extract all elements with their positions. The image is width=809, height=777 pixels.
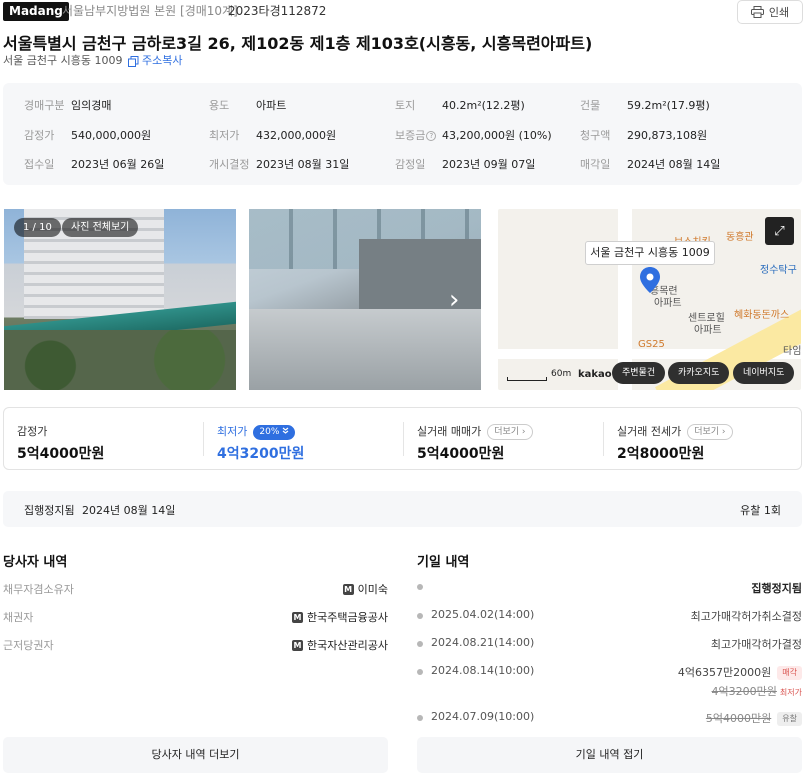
fail-count: 유찰 1회 <box>740 504 781 517</box>
price-jeonse-actual: 실거래 전세가 더보기 › 2억8000만원 <box>604 408 803 469</box>
info-building: 건물 59.2m²(17.9평) <box>580 99 710 112</box>
timeline-dot <box>417 715 423 721</box>
info-deposit: 보증금? 43,200,000원 (10%) <box>395 129 552 142</box>
map-label: 동흥관 <box>726 232 754 243</box>
map-scale: 60m <box>551 369 572 379</box>
info-claim: 청구액 290,873,108원 <box>580 129 708 142</box>
trees <box>4 330 236 390</box>
history-title: 기일 내역 <box>417 555 470 570</box>
party-row: 근저당권자 M 한국자산관리공사 <box>3 639 388 652</box>
parties-title: 당사자 내역 <box>3 555 68 570</box>
sale-more-button[interactable]: 더보기 › <box>487 424 533 440</box>
info-received-date: 접수일 2023년 06월 26일 <box>24 158 165 171</box>
info-land: 토지 40.2m²(12.2평) <box>395 99 525 112</box>
auction-info-panel: 경매구분 임의경매 용도 아파트 토지 40.2m²(12.2평) 건물 59.2m²(… <box>3 83 802 185</box>
case-number: 2023타경112872 <box>228 4 327 18</box>
naver-map-button[interactable]: 네이버지도 <box>733 362 795 384</box>
view-all-photos-button[interactable]: 사진 전체보기 <box>62 218 139 237</box>
photo-counter: 1 / 10 <box>14 218 61 237</box>
court-name: 서울남부지방법원 본원 [경매10계] <box>62 4 238 18</box>
member-icon: M <box>292 639 304 651</box>
map-label: 아파트 <box>654 298 682 309</box>
expand-map-icon[interactable]: ⤢ <box>765 217 794 245</box>
parties-more-button[interactable]: 당사자 내역 더보기 <box>3 737 388 773</box>
next-photo-icon[interactable]: › <box>449 287 459 313</box>
map-label: 아파트 <box>694 325 722 336</box>
info-minimum-price: 최저가 432,000,000원 <box>209 129 337 142</box>
timeline-dot <box>417 641 423 647</box>
member-icon: M <box>292 611 304 623</box>
copy-address-label: 주소복사 <box>142 54 183 67</box>
party-row: 채무자겸소유자 M 이미숙 <box>3 583 388 596</box>
auction-status-bar: 집행정지됨 2024년 08월 14일 유찰 1회 <box>3 491 802 527</box>
info-usage: 용도 아파트 <box>209 99 287 112</box>
chevron-double-down-icon <box>282 427 289 434</box>
info-sale-date: 매각일 2024년 08월 14일 <box>580 158 721 171</box>
copy-icon <box>128 55 139 67</box>
timeline-dot <box>417 613 423 619</box>
history-fold-button[interactable]: 기일 내역 접기 <box>417 737 802 773</box>
failed-tag: 유찰 <box>777 712 802 726</box>
map-scale-bar <box>507 377 547 381</box>
printer-icon <box>750 6 764 18</box>
party-row: 채권자 M 한국주택금융공사 <box>3 611 388 624</box>
copy-address-button[interactable]: 주소복사 <box>128 54 182 68</box>
price-sale-actual: 실거래 매매가 더보기 › 5억4000만원 <box>404 408 603 469</box>
property-photo-1[interactable]: 1 / 10 사진 전체보기 <box>4 209 236 390</box>
status-date: 2024년 08월 14일 <box>82 504 176 517</box>
kakao-map-button[interactable]: 카카오지도 <box>668 362 730 384</box>
map-label: 정수탁구 <box>760 265 797 276</box>
info-appraisal-date: 감정일 2023년 09월 07일 <box>395 158 536 171</box>
map-label: 혜화동돈까스 <box>734 310 790 321</box>
brand-logo[interactable]: Madang <box>3 2 69 21</box>
price-appraisal: 감정가 5억4000만원 <box>17 425 105 462</box>
timeline-dot <box>417 669 423 675</box>
info-appraisal: 감정가 540,000,000원 <box>24 129 152 142</box>
info-auction-type: 경매구분 임의경매 <box>24 99 112 112</box>
nearby-items-button[interactable]: 주변물건 <box>612 362 666 384</box>
jeonse-more-button[interactable]: 더보기 › <box>687 424 733 440</box>
sold-tag: 매각 <box>777 666 802 680</box>
timeline-dot <box>417 584 423 590</box>
property-title: 서울특별시 금천구 금하로3길 26, 제102동 제1층 제103호(시흥동,… <box>3 34 593 53</box>
map-address-callout: 서울 금천구 시흥동 1009 <box>585 241 715 265</box>
railing <box>249 309 481 390</box>
sub-address: 서울 금천구 시흥동 1009 <box>3 54 123 67</box>
map-pin-icon <box>640 267 660 293</box>
kakao-brand: kakao <box>578 369 612 380</box>
map-label: 타임 <box>783 346 801 357</box>
help-icon[interactable]: ? <box>426 131 437 141</box>
print-button[interactable]: 인쇄 <box>737 0 803 24</box>
location-map[interactable]: 동흥관 보스치킨 정수탁구 흥목련 아파트 센트로힐 아파트 혜화동돈까스 GS… <box>498 209 801 390</box>
top-bar: Madang 서울남부지방법원 본원 [경매10계] 2023타경112872 … <box>0 0 809 26</box>
info-start-decision: 개시결정 2023년 08월 31일 <box>209 158 350 171</box>
discount-badge: 20% <box>253 425 296 440</box>
price-summary: 감정가 5억4000만원 최저가 20% 4억3200만원 실거래 매매가 더보기 … <box>3 407 802 470</box>
print-label: 인쇄 <box>768 6 790 19</box>
map-label: GS25 <box>638 339 665 350</box>
member-icon: M <box>342 583 354 595</box>
status-label: 집행정지됨 <box>24 504 75 517</box>
property-photo-2[interactable]: › <box>249 209 481 390</box>
price-minimum: 최저가 20% 4억3200만원 <box>217 425 305 462</box>
